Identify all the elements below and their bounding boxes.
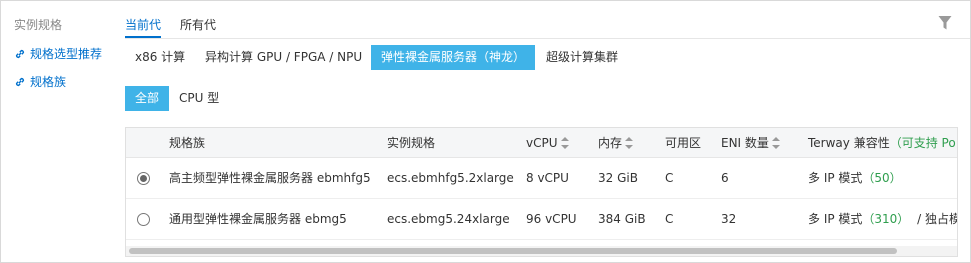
terway-count: （50）	[862, 171, 902, 185]
cell-family: 通用型弹性裸金属服务器 ebmg5	[169, 212, 347, 226]
header-vcpu: vCPU	[526, 136, 558, 150]
cell-vcpu: 8 vCPU	[526, 171, 569, 185]
header-zone: 可用区	[665, 136, 702, 150]
header-spec: 实例规格	[387, 136, 436, 150]
instance-spec-table: 规格族 实例规格 vCPU 内存 可用区 ENI 数量 Terway 兼容性（可…	[125, 127, 958, 257]
sort-icon	[625, 136, 634, 149]
cell-vcpu: 96 vCPU	[526, 212, 577, 226]
spec-family-link[interactable]: 规格族	[14, 73, 66, 90]
cell-family: 高主频型弹性裸金属服务器 ebmhfg5	[169, 171, 371, 185]
tab-super-computing-cluster[interactable]: 超级计算集群	[536, 45, 628, 70]
filter-icon[interactable]	[938, 15, 952, 31]
cell-terway: 多 IP 模式（50）	[808, 158, 902, 199]
active-tab-underline	[125, 36, 161, 38]
terway-mode: 多 IP 模式	[808, 171, 863, 185]
header-terway-extra: （可支持 Po	[889, 136, 956, 150]
terway-count: （310）	[862, 212, 910, 226]
tab-current-generation[interactable]: 当前代	[125, 16, 161, 33]
instance-spec-panel: 实例规格 规格选型推荐 规格族 当前代 所有代 x86 计算 异构计算 GPU …	[0, 0, 971, 263]
tab-all-generations[interactable]: 所有代	[180, 16, 216, 33]
sidebar-title: 实例规格	[14, 18, 63, 32]
header-family: 规格族	[169, 136, 206, 150]
cell-spec: ecs.ebmhfg5.2xlarge	[387, 171, 514, 185]
header-terway-label: Terway 兼容性	[808, 136, 890, 150]
spec-recommendation-link[interactable]: 规格选型推荐	[14, 45, 102, 62]
header-terway: Terway 兼容性（可支持 Po	[808, 128, 956, 158]
header-vcpu-sortable[interactable]: vCPU	[526, 128, 569, 158]
cell-memory: 32 GiB	[598, 171, 638, 185]
tab-heterogeneous-compute[interactable]: 异构计算 GPU / FPGA / NPU	[195, 45, 372, 70]
header-memory: 内存	[598, 136, 623, 150]
cell-eni: 6	[721, 171, 729, 185]
table-row[interactable]: 通用型弹性裸金属服务器 ebmg5 ecs.ebmg5.24xlarge 96 …	[126, 199, 957, 240]
tab-category-cpu[interactable]: CPU 型	[169, 86, 229, 111]
table-row[interactable]: 高主频型弹性裸金属服务器 ebmhfg5 ecs.ebmhfg5.2xlarge…	[126, 158, 957, 199]
table-header: 规格族 实例规格 vCPU 内存 可用区 ENI 数量 Terway 兼容性（可…	[126, 128, 957, 158]
tab-x86-compute[interactable]: x86 计算	[125, 45, 195, 70]
cell-terway: 多 IP 模式（310） / 独占模	[808, 199, 958, 240]
link-icon	[15, 77, 25, 86]
sort-icon	[771, 136, 780, 149]
header-eni-sortable[interactable]: ENI 数量	[721, 128, 780, 158]
generation-tabs: 当前代 所有代	[125, 1, 970, 39]
cell-spec: ecs.ebmg5.24xlarge	[387, 212, 510, 226]
cell-zone: C	[665, 212, 674, 226]
row-radio[interactable]	[137, 172, 150, 185]
scrollbar-thumb[interactable]	[129, 248, 897, 254]
header-memory-sortable[interactable]: 内存	[598, 128, 634, 158]
tab-bare-metal[interactable]: 弹性裸金属服务器（神龙）	[371, 45, 536, 70]
link-icon	[15, 49, 25, 58]
tab-category-all[interactable]: 全部	[125, 86, 170, 111]
cell-zone: C	[665, 171, 674, 185]
terway-mode: 多 IP 模式	[808, 212, 863, 226]
cell-memory: 384 GiB	[598, 212, 646, 226]
spec-family-label: 规格族	[30, 75, 67, 89]
sort-icon	[560, 136, 569, 149]
cell-eni: 32	[721, 212, 737, 226]
header-eni: ENI 数量	[721, 136, 769, 150]
terway-exclusive: / 独占模	[917, 212, 958, 226]
row-radio[interactable]	[137, 213, 150, 226]
horizontal-scrollbar[interactable]	[126, 246, 957, 256]
spec-recommendation-label: 规格选型推荐	[30, 47, 103, 61]
